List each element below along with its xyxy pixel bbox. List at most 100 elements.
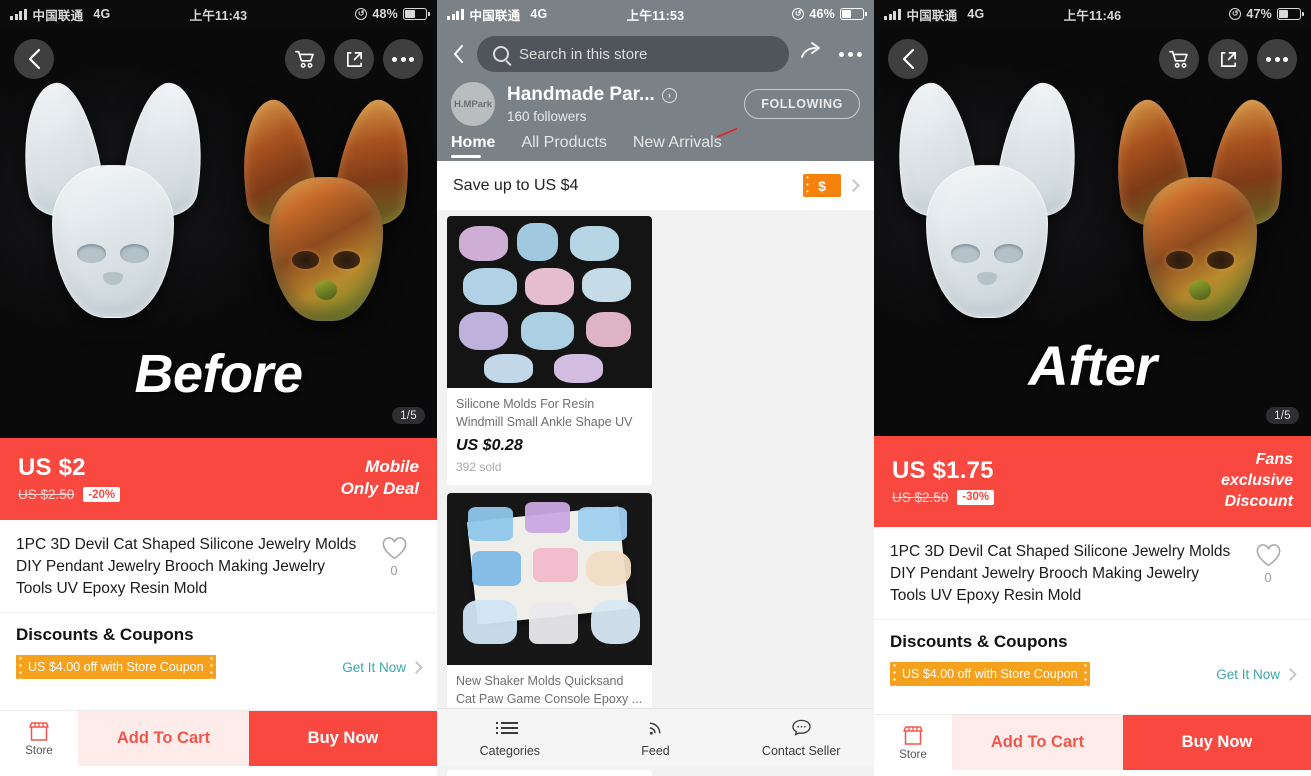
tab-new-arrivals[interactable]: New Arrivals (633, 134, 722, 161)
cart-icon[interactable] (1159, 39, 1199, 79)
discounts-heading: Discounts & Coupons (16, 625, 194, 644)
before-after-label: Before (134, 344, 303, 404)
nav-categories[interactable]: Categories (437, 709, 583, 766)
wishlist-count: 0 (1264, 570, 1272, 586)
share-icon[interactable] (334, 39, 374, 79)
product-card-sold: 392 sold (456, 460, 502, 474)
rotation-lock-icon: ↺ (1229, 8, 1242, 20)
product-card-price: US $0.28 (456, 437, 523, 454)
follower-count: 160 followers (507, 109, 587, 124)
store-icon (903, 725, 923, 745)
status-left: 中国联通 4G (10, 5, 110, 24)
wishlist-count: 0 (390, 563, 398, 578)
signal-icon (10, 8, 27, 20)
product-card[interactable]: Silicone Molds For Resin Windmill Small … (447, 216, 652, 485)
nav-feed[interactable]: Feed (583, 709, 729, 766)
network-label: 4G (530, 7, 548, 21)
rss-icon (646, 718, 665, 738)
search-row: Search in this store (437, 28, 874, 78)
chevron-right-icon (1284, 667, 1297, 681)
heart-icon (1256, 544, 1280, 567)
product-image-gallery[interactable]: After 1/5 (874, 28, 1311, 436)
tab-all-products[interactable]: All Products (521, 134, 606, 161)
deal-tag-line-1: Mobile (365, 456, 419, 476)
search-input[interactable]: Search in this store (477, 36, 789, 72)
gallery-actions (1159, 39, 1297, 79)
gallery-top-toolbar (0, 28, 437, 90)
signal-icon (447, 8, 464, 20)
tab-home[interactable]: Home (451, 134, 495, 161)
image-counter-badge: 1/5 (1266, 407, 1299, 424)
back-button[interactable] (888, 39, 928, 79)
more-options-icon[interactable] (383, 39, 423, 79)
save-up-to-banner[interactable]: Save up to US $4 $ (437, 161, 874, 210)
gallery-top-toolbar (874, 28, 1311, 90)
search-icon (493, 46, 509, 62)
price-sub-row: US $2.50 -20% (18, 487, 121, 502)
buy-now-button[interactable]: Buy Now (248, 711, 437, 766)
following-button[interactable]: FOLLOWING (744, 89, 860, 119)
wishlist-button[interactable]: 0 (1241, 541, 1295, 607)
carrier-label: 中国联通 (469, 8, 521, 23)
cart-icon[interactable] (285, 39, 325, 79)
product-title: 1PC 3D Devil Cat Shaped Silicone Jewelry… (890, 543, 1231, 605)
store-avatar[interactable]: H.MPark (451, 82, 495, 126)
deal-tag-line-1: Fans (1255, 451, 1293, 468)
store-coupon-badge[interactable]: US $4.00 off with Store Coupon (16, 655, 216, 679)
share-icon[interactable] (797, 41, 825, 67)
product-card[interactable] (447, 770, 652, 776)
back-button[interactable] (14, 39, 54, 79)
status-bar: 中国联通 4G 上午11:43 ↺ 48% (0, 0, 437, 28)
battery-percent: 46% (809, 7, 835, 21)
store-name-row[interactable]: Handmade Par... › (507, 84, 677, 106)
product-card-name: Silicone Molds For Resin Windmill Small … (456, 397, 633, 429)
wishlist-button[interactable]: 0 (367, 534, 421, 600)
network-label: 4G (967, 7, 985, 21)
product-card-image (447, 216, 652, 388)
coupon-row[interactable]: US $4.00 off with Store Coupon Get It No… (16, 655, 423, 679)
panel-product-after: 中国联通 4G 上午11:46 ↺ 47% After 1/5 US $1.75… (874, 0, 1311, 776)
product-image-gallery[interactable]: Before 1/5 (0, 28, 437, 438)
store-header: 中国联通 4G 上午11:53 ↺ 46% Search in this sto… (437, 0, 874, 161)
more-options-icon[interactable] (1257, 39, 1297, 79)
get-it-now-link[interactable]: Get It Now (342, 659, 423, 675)
more-options-icon[interactable] (833, 51, 862, 57)
search-placeholder: Search in this store (519, 45, 648, 63)
store-button[interactable]: Store (874, 715, 952, 770)
store-info-row: H.MPark Handmade Par... › 160 followers … (437, 78, 874, 128)
current-price: US $1.75 (892, 456, 994, 484)
get-it-now-link[interactable]: Get It Now (1216, 667, 1297, 682)
deal-tag: Mobile Only Deal (341, 456, 419, 501)
bottom-action-bar: Store Add To Cart Buy Now (0, 710, 437, 766)
nav-contact-seller[interactable]: Contact Seller (728, 709, 874, 766)
price-banner: US $2 US $2.50 -20% Mobile Only Deal (0, 438, 437, 520)
heart-icon (382, 537, 406, 560)
finished-resin-cast-image (231, 95, 421, 325)
status-left: 中国联通 4G (884, 5, 984, 24)
back-button[interactable] (447, 43, 469, 65)
coupon-row[interactable]: US $4.00 off with Store Coupon Get It No… (890, 662, 1297, 687)
status-right: ↺ 47% (1229, 7, 1304, 21)
price-sub-row: US $2.50 -30% (892, 489, 995, 505)
price-banner: US $1.75 US $2.50 -30% Fans exclusive Di… (874, 436, 1311, 528)
nav-feed-label: Feed (641, 743, 670, 758)
store-coupon-badge[interactable]: US $4.00 off with Store Coupon (890, 662, 1090, 687)
status-bar: 中国联通 4G 上午11:46 ↺ 47% (874, 0, 1311, 28)
add-to-cart-button[interactable]: Add To Cart (78, 711, 249, 766)
buy-now-button[interactable]: Buy Now (1122, 715, 1311, 770)
panel-store-home: 中国联通 4G 上午11:53 ↺ 46% Search in this sto… (437, 0, 874, 776)
battery-icon (1277, 8, 1304, 20)
panel-product-before: 中国联通 4G 上午11:43 ↺ 48% Before 1/5 US $2 U… (0, 0, 437, 776)
store-bottom-nav: Categories Feed Contact Seller (437, 708, 874, 766)
network-label: 4G (93, 7, 111, 21)
product-card-image (447, 493, 652, 665)
store-name: Handmade Par... (507, 84, 655, 105)
rotation-lock-icon: ↺ (355, 8, 368, 20)
add-to-cart-button[interactable]: Add To Cart (952, 715, 1123, 770)
store-button[interactable]: Store (0, 711, 78, 766)
product-grid: Silicone Molds For Resin Windmill Small … (437, 210, 874, 776)
discounts-section: Discounts & Coupons US $4.00 off with St… (0, 613, 437, 689)
get-it-now-label: Get It Now (342, 659, 406, 675)
share-icon[interactable] (1208, 39, 1248, 79)
original-price: US $2.50 (18, 487, 75, 502)
